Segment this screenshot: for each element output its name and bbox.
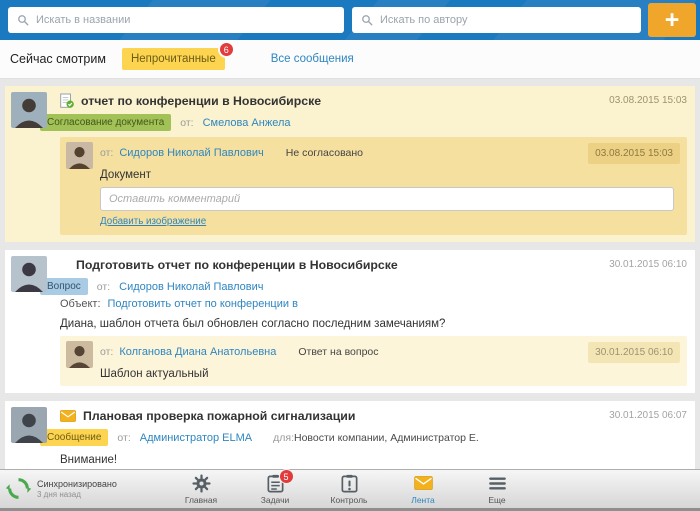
object-link[interactable]: Подготовить отчет по конференции в (108, 298, 298, 310)
message-title: отчет по конференции в Новосибирске (81, 93, 322, 108)
gear-icon (191, 473, 211, 493)
add-button[interactable]: + (648, 3, 696, 37)
search-icon (361, 14, 373, 26)
from-label: от: (180, 116, 194, 129)
from-label: от: (100, 147, 114, 159)
nav-home-label: Главная (184, 495, 218, 505)
nav-feed[interactable]: Лента (386, 473, 460, 505)
tab-unread-label: Непрочитанные (130, 53, 216, 65)
message-date: 03.08.2015 15:03 (609, 95, 687, 106)
message-date: 30.01.2015 06:07 (609, 410, 687, 421)
avatar[interactable] (66, 341, 93, 368)
question-text: Диана, шаблон отчета был обновлен соглас… (60, 318, 446, 330)
approval-status: Не согласовано (285, 147, 364, 159)
sync-status: Синхронизировано (37, 478, 117, 489)
top-bar: + (0, 0, 700, 40)
nav-more[interactable]: Еще (460, 473, 534, 505)
search-title-input[interactable] (36, 14, 335, 26)
message-title: Плановая проверка пожарной сигнализации (83, 408, 356, 423)
reply-kind: Ответ на вопрос (298, 346, 379, 358)
nav-control-label: Контроль (330, 495, 368, 505)
watching-label: Сейчас смотрим (10, 52, 106, 66)
author-link[interactable]: Смелова Анжела (203, 117, 291, 129)
avatar[interactable] (11, 92, 47, 128)
tab-all-messages[interactable]: Все сообщения (271, 53, 354, 65)
message-feed: отчет по конференции в Новосибирске 03.0… (0, 80, 700, 469)
question-type-badge: Вопрос (40, 278, 88, 295)
tab-unread[interactable]: Непрочитанные 6 (121, 41, 235, 70)
more-icon (488, 473, 506, 493)
envelope-icon (60, 409, 76, 422)
replier-link[interactable]: Колганова Диана Анатольевна (119, 346, 276, 358)
nav-feed-label: Лента (411, 495, 435, 505)
tasks-count-badge: 5 (278, 469, 294, 484)
nav-tasks[interactable]: 5 Задачи (238, 469, 312, 505)
document-approved-icon (60, 93, 74, 109)
nav-control[interactable]: Контроль (312, 473, 386, 505)
filter-bar: Сейчас смотрим Непрочитанные 6 Все сообщ… (0, 40, 700, 79)
avatar[interactable] (66, 142, 93, 169)
message-date: 30.01.2015 06:10 (609, 259, 687, 270)
control-icon (341, 473, 358, 493)
question-reply-block: от: Колганова Диана Анатольевна Ответ на… (60, 336, 687, 386)
comment-input[interactable] (100, 187, 675, 211)
from-label: от: (96, 280, 111, 293)
nav-more-label: Еще (488, 495, 506, 505)
search-icon (17, 14, 29, 26)
feed-envelope-icon (413, 473, 433, 493)
message-title: Подготовить отчет по конференции в Новос… (76, 257, 398, 272)
reply-date: 30.01.2015 06:10 (588, 341, 680, 363)
object-label: Объект: (60, 298, 101, 310)
unread-count-badge: 6 (217, 41, 235, 58)
approval-comment-block: от: Сидоров Николай Павлович Не согласов… (60, 137, 687, 235)
recipients: Новости компании, Администратор Е. (294, 431, 479, 444)
nav-tasks-label: Задачи (260, 495, 290, 505)
avatar[interactable] (11, 407, 47, 443)
commenter-link[interactable]: Сидоров Николай Павлович (119, 147, 263, 159)
nav-home[interactable]: Главная (164, 473, 238, 505)
tasks-icon: 5 (267, 469, 294, 493)
announcement-text: Внимание! (60, 454, 118, 466)
from-label: от: (100, 346, 114, 358)
sync-button[interactable]: Синхронизировано 3 дня назад (6, 476, 117, 501)
comment-text: Документ (100, 169, 152, 181)
bottom-bar: Синхронизировано 3 дня назад Главная 5 З… (0, 469, 700, 511)
from-label: от: (117, 431, 131, 444)
search-by-author-box[interactable] (352, 7, 641, 33)
author-link[interactable]: Администратор ELMA (140, 432, 252, 444)
feed-item-document-approval[interactable]: отчет по конференции в Новосибирске 03.0… (5, 86, 695, 242)
sync-icon (6, 476, 31, 501)
feed-item-announcement[interactable]: Плановая проверка пожарной сигнализации … (5, 401, 695, 469)
approval-type-badge: Согласование документа (40, 114, 172, 131)
search-author-input[interactable] (380, 14, 632, 26)
bottom-nav: Главная 5 Задачи Контроль Лента Еще (164, 469, 534, 505)
reply-text: Шаблон актуальный (100, 368, 209, 380)
to-label: для: (273, 431, 294, 444)
feed-item-question[interactable]: Подготовить отчет по конференции в Новос… (5, 250, 695, 393)
message-type-badge: Сообщение (40, 429, 109, 446)
search-by-title-box[interactable] (8, 7, 344, 33)
author-link[interactable]: Сидоров Николай Павлович (119, 281, 263, 293)
add-image-link[interactable]: Добавить изображение (100, 216, 206, 227)
avatar[interactable] (11, 256, 47, 292)
comment-date: 03.08.2015 15:03 (588, 142, 680, 164)
sync-time: 3 дня назад (37, 489, 81, 499)
